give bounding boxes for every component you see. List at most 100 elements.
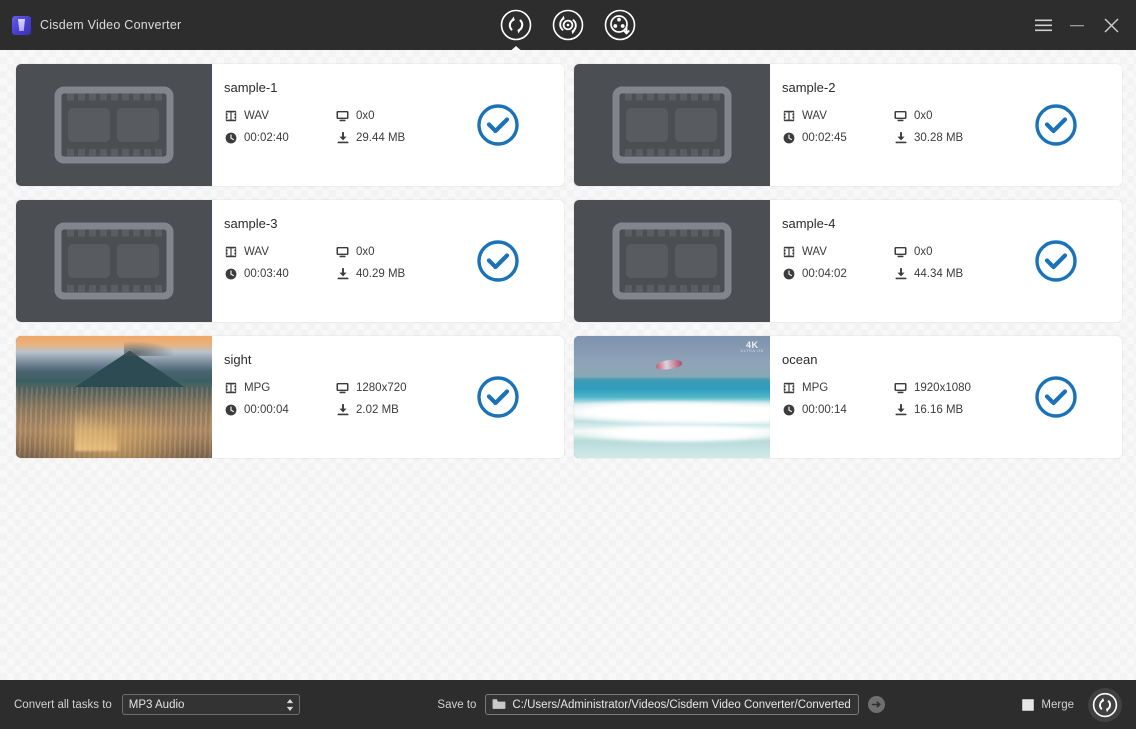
- file-card[interactable]: sample-4 WAV 0x0 00:04:02 44.34 MB: [574, 200, 1122, 322]
- monitor-icon: [336, 109, 349, 122]
- output-path-field[interactable]: C:/Users/Administrator/Videos/Cisdem Vid…: [485, 694, 859, 715]
- file-format: MPG: [802, 381, 829, 394]
- minimize-icon[interactable]: [1060, 8, 1094, 42]
- film-placeholder-icon: [612, 86, 732, 164]
- output-profile-select[interactable]: MP3 Audio: [121, 694, 300, 715]
- file-thumbnail: [16, 64, 212, 186]
- file-info: sample-2 WAV 0x0 00:02:45 30.28 MB: [770, 64, 1122, 186]
- hamburger-menu-icon[interactable]: [1026, 8, 1060, 42]
- film-placeholder-icon: [54, 222, 174, 300]
- monitor-icon: [894, 109, 907, 122]
- film-strip-icon: [224, 245, 237, 258]
- film-placeholder-icon: [54, 86, 174, 164]
- meta-resolution: 0x0: [894, 109, 1122, 122]
- tab-audio-converter[interactable]: [550, 7, 586, 43]
- file-format: WAV: [244, 245, 269, 258]
- file-size: 2.02 MB: [356, 403, 399, 416]
- file-card[interactable]: sample-3 WAV 0x0 00:03:40 40.29 MB: [16, 200, 564, 322]
- disc-convert-icon: [552, 9, 584, 41]
- check-circle-icon[interactable]: [476, 239, 520, 283]
- meta-size: 40.29 MB: [336, 267, 564, 280]
- file-card[interactable]: sample-1 WAV 0x0 00:02:40 29.44 MB: [16, 64, 564, 186]
- folder-icon: [492, 698, 506, 712]
- meta-format: WAV: [224, 109, 336, 122]
- start-convert-button[interactable]: [1088, 687, 1122, 722]
- check-circle-icon[interactable]: [476, 103, 520, 147]
- check-circle-icon[interactable]: [1034, 375, 1078, 419]
- convert-all-label: Convert all tasks to: [14, 698, 112, 711]
- parasail-shape: [655, 358, 683, 372]
- meta-duration: 00:02:40: [224, 131, 336, 144]
- clock-icon: [782, 267, 795, 280]
- badge-sublabel: ULTRA HD: [740, 349, 764, 353]
- stepper-arrows-icon: [286, 698, 294, 711]
- file-duration: 00:00:14: [802, 403, 847, 416]
- meta-format: MPG: [782, 381, 894, 394]
- app-window: Cisdem Video Converter sample-1 WAV 0x0 …: [0, 0, 1136, 729]
- arrow-right-icon: [871, 701, 881, 708]
- convert-arrows-icon: [500, 9, 532, 41]
- file-resolution: 0x0: [356, 109, 375, 122]
- file-card[interactable]: sample-2 WAV 0x0 00:02:45 30.28 MB: [574, 64, 1122, 186]
- meta-resolution: 1280x720: [336, 381, 564, 394]
- file-info: sight MPG 1280x720 00:00:04 2.02 MB: [212, 336, 564, 458]
- meta-format: MPG: [224, 381, 336, 394]
- output-profile-value: MP3 Audio: [128, 698, 185, 711]
- file-duration: 00:04:02: [802, 267, 847, 280]
- meta-resolution: 1920x1080: [894, 381, 1122, 394]
- file-name: sample-4: [782, 216, 836, 231]
- file-card[interactable]: sight MPG 1280x720 00:00:04 2.02 MB: [16, 336, 564, 458]
- film-strip-icon: [224, 109, 237, 122]
- file-format: WAV: [244, 109, 269, 122]
- meta-resolution: 0x0: [894, 245, 1122, 258]
- file-resolution: 0x0: [356, 245, 375, 258]
- download-size-icon: [894, 131, 907, 144]
- window-title: Cisdem Video Converter: [40, 18, 182, 32]
- monitor-icon: [336, 381, 349, 394]
- file-resolution: 1280x720: [356, 381, 407, 394]
- monitor-icon: [336, 245, 349, 258]
- download-size-icon: [336, 267, 349, 280]
- merge-checkbox-wrapper[interactable]: Merge: [1022, 698, 1074, 711]
- file-duration: 00:03:40: [244, 267, 289, 280]
- photo-streak: [74, 404, 118, 451]
- output-path-value: C:/Users/Administrator/Videos/Cisdem Vid…: [512, 698, 851, 711]
- meta-size: 16.16 MB: [894, 403, 1122, 416]
- bottom-toolbar: Convert all tasks to MP3 Audio Save to C…: [0, 680, 1136, 729]
- check-circle-icon[interactable]: [1034, 103, 1078, 147]
- file-thumbnail: [574, 200, 770, 322]
- check-circle-icon[interactable]: [476, 375, 520, 419]
- file-duration: 00:02:45: [802, 131, 847, 144]
- convert-arrows-icon: [1092, 692, 1118, 717]
- file-size: 44.34 MB: [914, 267, 964, 280]
- meta-duration: 00:03:40: [224, 267, 336, 280]
- monitor-icon: [894, 381, 907, 394]
- file-card[interactable]: 4K ULTRA HD ocean MPG 1920x1080 00:00:14…: [574, 336, 1122, 458]
- meta-duration: 00:00:04: [224, 403, 336, 416]
- file-list-area: sample-1 WAV 0x0 00:02:40 29.44 MB sampl…: [0, 50, 1136, 680]
- close-icon[interactable]: [1094, 8, 1128, 42]
- clock-icon: [224, 267, 237, 280]
- file-info: sample-4 WAV 0x0 00:04:02 44.34 MB: [770, 200, 1122, 322]
- file-size: 30.28 MB: [914, 131, 964, 144]
- tab-video-converter[interactable]: [498, 7, 534, 43]
- meta-resolution: 0x0: [336, 109, 564, 122]
- save-to-label: Save to: [437, 698, 477, 711]
- file-info: sample-3 WAV 0x0 00:03:40 40.29 MB: [212, 200, 564, 322]
- ocean-beach-photo: 4K ULTRA HD: [574, 336, 770, 458]
- file-size: 29.44 MB: [356, 131, 406, 144]
- open-output-folder-button[interactable]: [867, 696, 885, 713]
- file-resolution: 1920x1080: [914, 381, 971, 394]
- file-resolution: 0x0: [914, 109, 933, 122]
- meta-duration: 00:00:14: [782, 403, 894, 416]
- meta-format: WAV: [782, 245, 894, 258]
- meta-resolution: 0x0: [336, 245, 564, 258]
- merge-checkbox[interactable]: [1022, 698, 1035, 711]
- check-circle-icon[interactable]: [1034, 239, 1078, 283]
- save-to-group: Save to C:/Users/Administrator/Videos/Ci…: [437, 694, 885, 715]
- file-info: ocean MPG 1920x1080 00:00:14 16.16 MB: [770, 336, 1122, 458]
- file-name: sample-3: [224, 216, 278, 231]
- film-strip-icon: [224, 381, 237, 394]
- file-name: sample-2: [782, 80, 836, 95]
- tab-video-downloader[interactable]: [602, 7, 638, 43]
